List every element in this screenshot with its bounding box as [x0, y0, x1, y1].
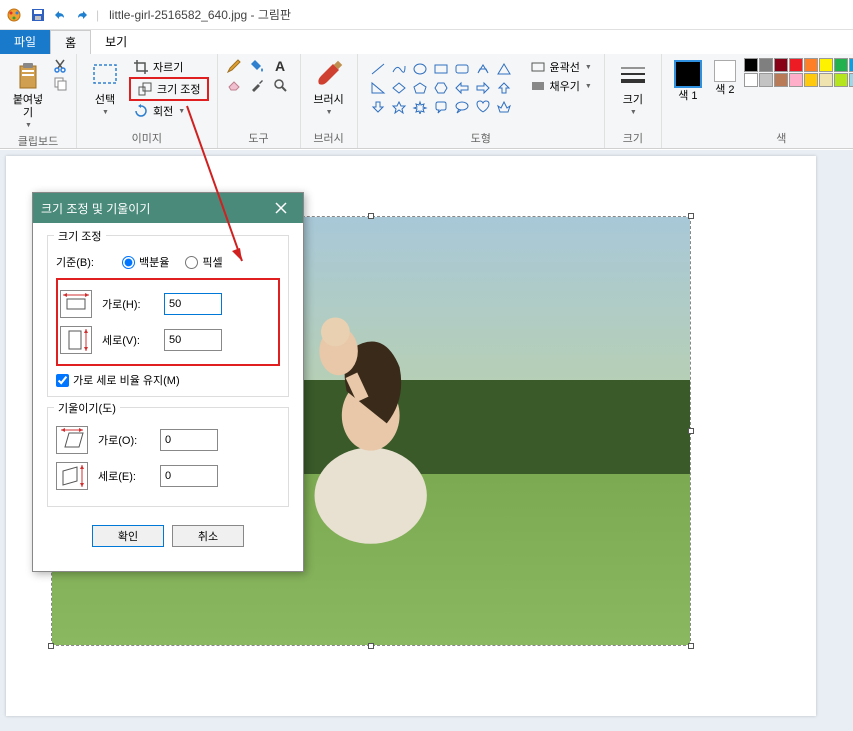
- radio-pixel[interactable]: 픽셀: [185, 254, 222, 270]
- color-swatch[interactable]: [849, 73, 853, 87]
- color-swatch[interactable]: [819, 73, 833, 87]
- app-icon: [6, 7, 22, 23]
- ok-button[interactable]: 확인: [92, 525, 164, 547]
- rotate-icon: [133, 103, 149, 119]
- cut-icon[interactable]: [52, 58, 68, 74]
- group-brushes: 브러시 ▼ 브러시: [301, 54, 358, 148]
- color-swatch[interactable]: [774, 58, 788, 72]
- group-size: 크기 ▼ 크기: [605, 54, 662, 148]
- size-button[interactable]: 크기 ▼: [613, 58, 653, 118]
- vertical-icon: [60, 326, 92, 354]
- radio-percent[interactable]: 백분율: [122, 254, 169, 270]
- fill-button[interactable]: 채우기▼: [526, 77, 596, 95]
- horizontal-input[interactable]: [164, 293, 222, 315]
- skew-h-icon: [56, 426, 88, 454]
- brush-button[interactable]: 브러시 ▼: [309, 58, 349, 118]
- color-swatch[interactable]: [849, 58, 853, 72]
- color-swatch[interactable]: [789, 58, 803, 72]
- dialog-title: 크기 조정 및 기울이기: [41, 200, 150, 217]
- text-icon[interactable]: A: [272, 58, 288, 74]
- close-button[interactable]: [267, 198, 295, 218]
- resize-icon: [137, 81, 153, 97]
- stroke-size-icon: [617, 60, 649, 92]
- color-swatch[interactable]: [834, 58, 848, 72]
- skew-v-icon: [56, 462, 88, 490]
- color-swatch[interactable]: [804, 73, 818, 87]
- color2-button[interactable]: 색 2: [710, 58, 740, 99]
- titlebar: | little-girl-2516582_640.jpg - 그림판: [0, 0, 853, 30]
- crop-icon: [133, 59, 149, 75]
- group-clipboard: 붙여넣기 ▼ 클립보드: [0, 54, 77, 148]
- horizontal-label: 가로(H):: [102, 296, 156, 312]
- outline-button[interactable]: 윤곽선▼: [526, 58, 596, 76]
- skew-section-label: 기울이기(도): [54, 400, 120, 416]
- select-icon: [89, 60, 121, 92]
- horizontal-icon: [60, 290, 92, 318]
- ribbon: 붙여넣기 ▼ 클립보드 선택 ▼ 자르기: [0, 54, 853, 149]
- skew-h-label: 가로(O):: [98, 432, 152, 448]
- select-button[interactable]: 선택 ▼: [85, 58, 125, 118]
- vertical-input[interactable]: [164, 329, 222, 351]
- clipboard-icon: [12, 60, 44, 92]
- eraser-icon[interactable]: [226, 77, 242, 93]
- fill-icon[interactable]: [249, 58, 265, 74]
- close-icon: [275, 202, 287, 214]
- group-colors: 색 1 색 2 색: [662, 54, 853, 148]
- shapes-gallery[interactable]: [366, 58, 516, 118]
- pencil-icon[interactable]: [226, 58, 242, 74]
- outline-icon: [530, 59, 546, 75]
- skew-v-input[interactable]: [160, 465, 218, 487]
- group-shapes: 윤곽선▼ 채우기▼ 도형: [358, 54, 605, 148]
- copy-icon[interactable]: [52, 75, 68, 91]
- save-icon[interactable]: [30, 7, 46, 23]
- color1-button[interactable]: 색 1: [670, 58, 706, 105]
- resize-button[interactable]: 크기 조정: [129, 77, 209, 101]
- skew-h-input[interactable]: [160, 429, 218, 451]
- brush-icon: [313, 60, 345, 92]
- rotate-button[interactable]: 회전▼: [129, 102, 209, 120]
- tab-home[interactable]: 홈: [50, 30, 91, 54]
- crop-button[interactable]: 자르기: [129, 58, 209, 76]
- magnifier-icon[interactable]: [272, 77, 288, 93]
- ribbon-tabs: 파일 홈 보기: [0, 30, 853, 54]
- paste-button[interactable]: 붙여넣기 ▼: [8, 58, 48, 131]
- tab-file[interactable]: 파일: [0, 30, 50, 54]
- color-swatch[interactable]: [804, 58, 818, 72]
- fill-shape-icon: [530, 78, 546, 94]
- color-swatch[interactable]: [759, 58, 773, 72]
- undo-icon[interactable]: [52, 7, 68, 23]
- color-swatch[interactable]: [834, 73, 848, 87]
- cancel-button[interactable]: 취소: [172, 525, 244, 547]
- vertical-label: 세로(V):: [102, 332, 156, 348]
- color-swatch[interactable]: [759, 73, 773, 87]
- group-tools: A 도구: [218, 54, 301, 148]
- svg-text:A: A: [275, 58, 285, 74]
- group-image: 선택 ▼ 자르기 크기 조정 회전▼ 이미지: [77, 54, 218, 148]
- color-swatch[interactable]: [744, 58, 758, 72]
- color-swatch[interactable]: [789, 73, 803, 87]
- resize-section-label: 크기 조정: [54, 228, 106, 244]
- eyedropper-icon[interactable]: [249, 77, 265, 93]
- color-swatch[interactable]: [819, 58, 833, 72]
- basis-label: 기준(B):: [56, 254, 106, 270]
- color-swatch[interactable]: [744, 73, 758, 87]
- tab-view[interactable]: 보기: [91, 30, 141, 54]
- color-swatch[interactable]: [774, 73, 788, 87]
- color-palette: [744, 58, 853, 87]
- window-title: little-girl-2516582_640.jpg - 그림판: [109, 6, 291, 23]
- resize-dialog: 크기 조정 및 기울이기 크기 조정 기준(B): 백분율 픽셀 가로(H):: [32, 192, 304, 572]
- dialog-titlebar[interactable]: 크기 조정 및 기울이기: [33, 193, 303, 223]
- maintain-ratio-checkbox[interactable]: 가로 세로 비율 유지(M): [56, 372, 280, 388]
- redo-icon[interactable]: [74, 7, 90, 23]
- skew-v-label: 세로(E):: [98, 468, 152, 484]
